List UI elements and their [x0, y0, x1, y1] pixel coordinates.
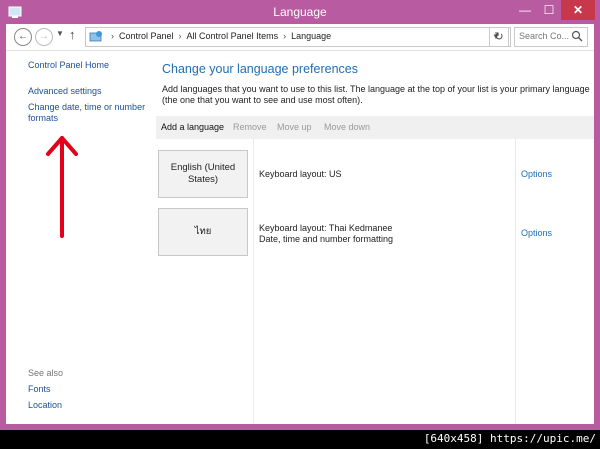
maximize-button[interactable]: ☐ [537, 0, 561, 20]
language-tile-english[interactable]: English (United States) [158, 150, 248, 198]
back-button[interactable]: ← [14, 28, 32, 46]
breadcrumb-control-panel[interactable]: Control Panel [119, 31, 174, 41]
language-tile-thai[interactable]: ไทย [158, 208, 248, 256]
breadcrumb: › Control Panel › All Control Panel Items › L… [111, 31, 332, 41]
sidebar-link-location[interactable]: Location [28, 400, 62, 411]
page-title: Change your language preferences [162, 62, 358, 76]
up-arrow-icon[interactable]: ↑ [69, 27, 76, 42]
recent-pages-chevron-icon[interactable]: ▼ [56, 29, 64, 38]
remove-button[interactable]: Remove [233, 122, 267, 132]
search-placeholder: Search Co... [519, 31, 570, 41]
options-link-english[interactable]: Options [521, 169, 552, 179]
address-bar: ← → ▼ ↑ › Control Panel › All Control Panel… [6, 24, 594, 51]
move-down-button[interactable]: Move down [324, 122, 370, 132]
sidebar-link-change-formats[interactable]: Change date, time or number formats [28, 102, 148, 124]
sidebar-link-fonts[interactable]: Fonts [28, 384, 51, 395]
language-row-english[interactable]: English (United States) Keyboard layout:… [156, 149, 594, 203]
language-row-thai[interactable]: ไทย Keyboard layout: Thai Kedmanee Date,… [156, 207, 594, 261]
address-box[interactable]: › Control Panel › All Control Panel Items › L… [85, 27, 511, 47]
keyboard-layout-text: Keyboard layout: Thai Kedmanee [259, 223, 393, 233]
keyboard-layout-text: Keyboard layout: US [259, 169, 342, 179]
language-list: English (United States) Keyboard layout:… [156, 139, 594, 424]
language-toolbar: Add a language Remove Move up Move down [156, 116, 594, 139]
search-icon[interactable] [571, 30, 583, 42]
options-link-thai[interactable]: Options [521, 228, 552, 238]
sidebar-link-control-panel-home[interactable]: Control Panel Home [28, 60, 109, 71]
breadcrumb-all-items[interactable]: All Control Panel Items [187, 31, 279, 41]
language-details: Keyboard layout: Thai Kedmanee Date, tim… [259, 223, 393, 245]
search-input[interactable]: Search Co... [514, 27, 588, 47]
window-client: ← → ▼ ↑ › Control Panel › All Control Panel… [6, 24, 594, 424]
language-details: Keyboard layout: US [259, 169, 342, 180]
page-description: Add languages that you want to use to th… [162, 84, 590, 105]
window-title: Language [273, 5, 327, 19]
add-language-button[interactable]: Add a language [161, 122, 224, 132]
minimize-button[interactable]: — [513, 0, 537, 20]
red-arrow-annotation [46, 136, 78, 238]
close-button[interactable]: ✕ [561, 0, 595, 20]
main-content: Change your language preferences Add lan… [156, 50, 594, 424]
watermark-text: [640x458] https://upic.me/ [423, 432, 596, 445]
window-frame: Language — ☐ ✕ ← → ▼ ↑ › Control Panel › Al… [0, 0, 600, 430]
see-also-label: See also [28, 368, 64, 378]
refresh-icon[interactable]: ↻ [489, 27, 509, 47]
sidebar-link-advanced-settings[interactable]: Advanced settings [28, 86, 102, 97]
breadcrumb-language[interactable]: Language [291, 31, 331, 41]
move-up-button[interactable]: Move up [277, 122, 312, 132]
forward-button[interactable]: → [35, 28, 53, 46]
title-bar[interactable]: Language — ☐ ✕ [0, 0, 600, 24]
control-panel-icon [89, 31, 102, 42]
formatting-text: Date, time and number formatting [259, 234, 394, 244]
